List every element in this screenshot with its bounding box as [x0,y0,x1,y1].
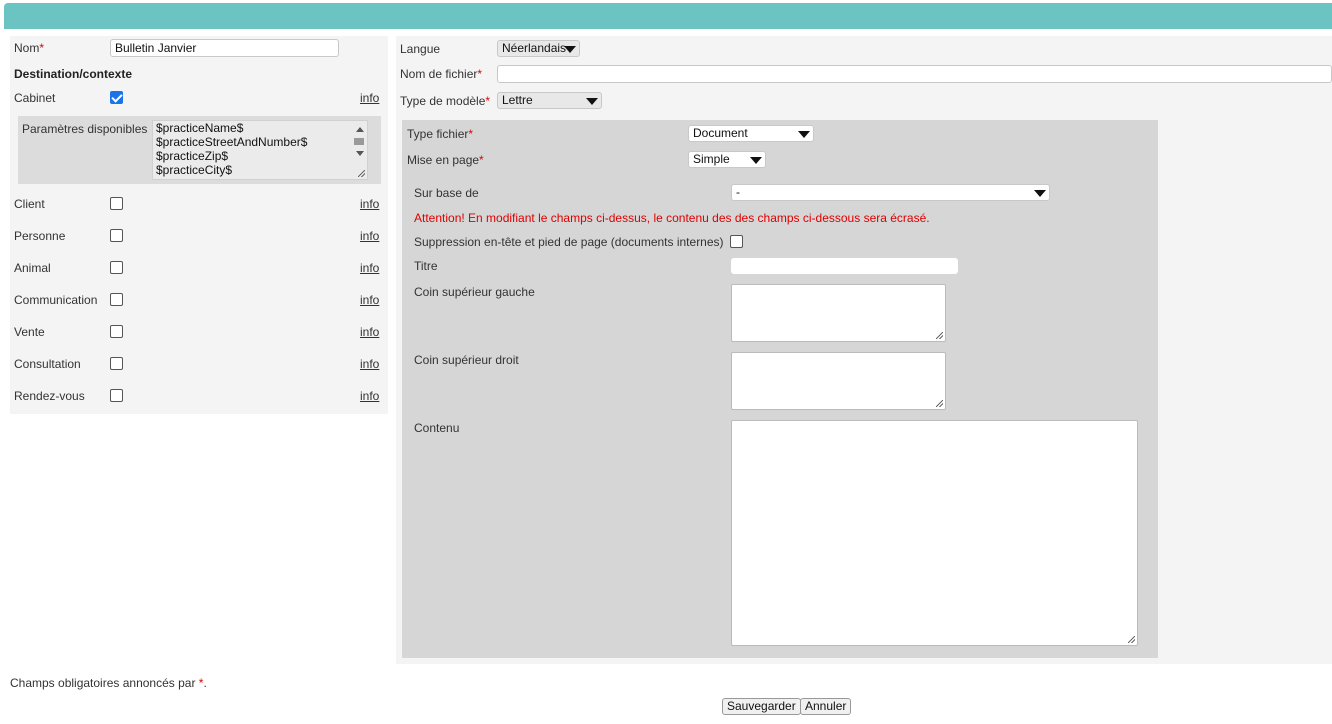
chevron-down-icon [1034,189,1046,197]
suppression-label: Suppression en-tête et pied de page (doc… [414,235,724,249]
titre-label: Titre [414,259,438,273]
sur-base-label: Sur base de [414,186,479,200]
type-modele-select[interactable]: Lettre [497,92,602,109]
checkbox-animal[interactable] [110,261,123,274]
param-item[interactable]: $practiceStreetAndNumber$ [153,135,367,149]
chevron-down-icon [586,97,598,105]
sur-base-select[interactable]: - [731,184,1050,201]
context-label-cabinet: Cabinet [14,91,56,105]
nom-fichier-input[interactable] [497,65,1332,83]
scroll-down-icon[interactable] [356,151,364,156]
info-link-rendez-vous[interactable]: info [360,389,379,403]
mise-en-page-label: Mise en page* [407,153,484,167]
type-fichier-select-value: Document [693,126,748,140]
param-item[interactable]: $practiceZip$ [153,149,367,163]
info-link-client[interactable]: info [360,197,379,211]
info-link-vente[interactable]: info [360,325,379,339]
cancel-button[interactable]: Annuler [800,698,852,715]
top-bar [4,3,1332,29]
context-label-rendez-vous: Rendez-vous [14,389,85,403]
scroll-thumb[interactable] [354,138,364,145]
save-button[interactable]: Sauvegarder [722,698,801,715]
langue-label: Langue [400,42,441,56]
checkbox-suppression[interactable] [730,235,743,248]
info-link-personne[interactable]: info [360,229,379,243]
info-link-communication[interactable]: info [360,293,379,307]
info-link-cabinet[interactable]: info [360,91,379,105]
chevron-down-icon [798,130,810,138]
coin-gauche-label: Coin supérieur gauche [414,285,535,299]
nom-label: Nom* [14,41,45,55]
type-fichier-select[interactable]: Document [688,125,814,142]
contenu-textarea[interactable] [731,420,1138,646]
params-listbox[interactable]: $practiceName$ $practiceStreetAndNumber$… [152,120,368,180]
chevron-down-icon [564,45,576,53]
nom-fichier-label: Nom de fichier* [400,67,483,81]
type-fichier-label: Type fichier* [407,127,474,141]
destination-heading: Destination/contexte [14,67,133,81]
param-item[interactable]: $practiceCity$ [153,163,367,177]
context-label-personne: Personne [14,229,66,243]
checkbox-vente[interactable] [110,325,123,338]
checkbox-communication[interactable] [110,293,123,306]
resize-grip-icon[interactable] [1128,636,1135,643]
required-note: Champs obligatoires annoncés par *. [10,676,207,690]
checkbox-cabinet[interactable] [110,91,123,104]
checkbox-rendez-vous[interactable] [110,389,123,402]
checkbox-client[interactable] [110,197,123,210]
checkbox-personne[interactable] [110,229,123,242]
contenu-label: Contenu [414,421,460,435]
context-label-vente: Vente [14,325,45,339]
coin-droit-label: Coin supérieur droit [414,353,519,367]
param-item[interactable]: $practiceName$ [153,121,367,135]
context-label-consultation: Consultation [14,357,81,371]
info-link-consultation[interactable]: info [360,357,379,371]
type-modele-select-value: Lettre [502,93,533,107]
resize-grip-icon[interactable] [936,332,943,339]
type-modele-label: Type de modèle* [400,94,491,108]
mise-en-page-select-value: Simple [693,152,730,166]
context-label-animal: Animal [14,261,51,275]
checkbox-consultation[interactable] [110,357,123,370]
overwrite-warning: Attention! En modifiant le champs ci-des… [414,211,930,225]
coin-droit-textarea[interactable] [731,352,946,410]
langue-select-value: Néerlandais [502,41,567,55]
mise-en-page-select[interactable]: Simple [688,151,766,168]
params-label: Paramètres disponibles [22,122,148,136]
context-label-client: Client [14,197,45,211]
chevron-down-icon [750,156,762,164]
nom-input[interactable]: Bulletin Janvier [110,39,339,57]
langue-select[interactable]: Néerlandais [497,40,580,57]
resize-grip-icon[interactable] [358,170,365,177]
titre-input[interactable] [731,258,958,274]
scroll-up-icon[interactable] [356,127,364,132]
coin-gauche-textarea[interactable] [731,284,946,342]
sur-base-select-value: - [736,185,740,199]
info-link-animal[interactable]: info [360,261,379,275]
resize-grip-icon[interactable] [936,400,943,407]
context-label-communication: Communication [14,293,98,307]
